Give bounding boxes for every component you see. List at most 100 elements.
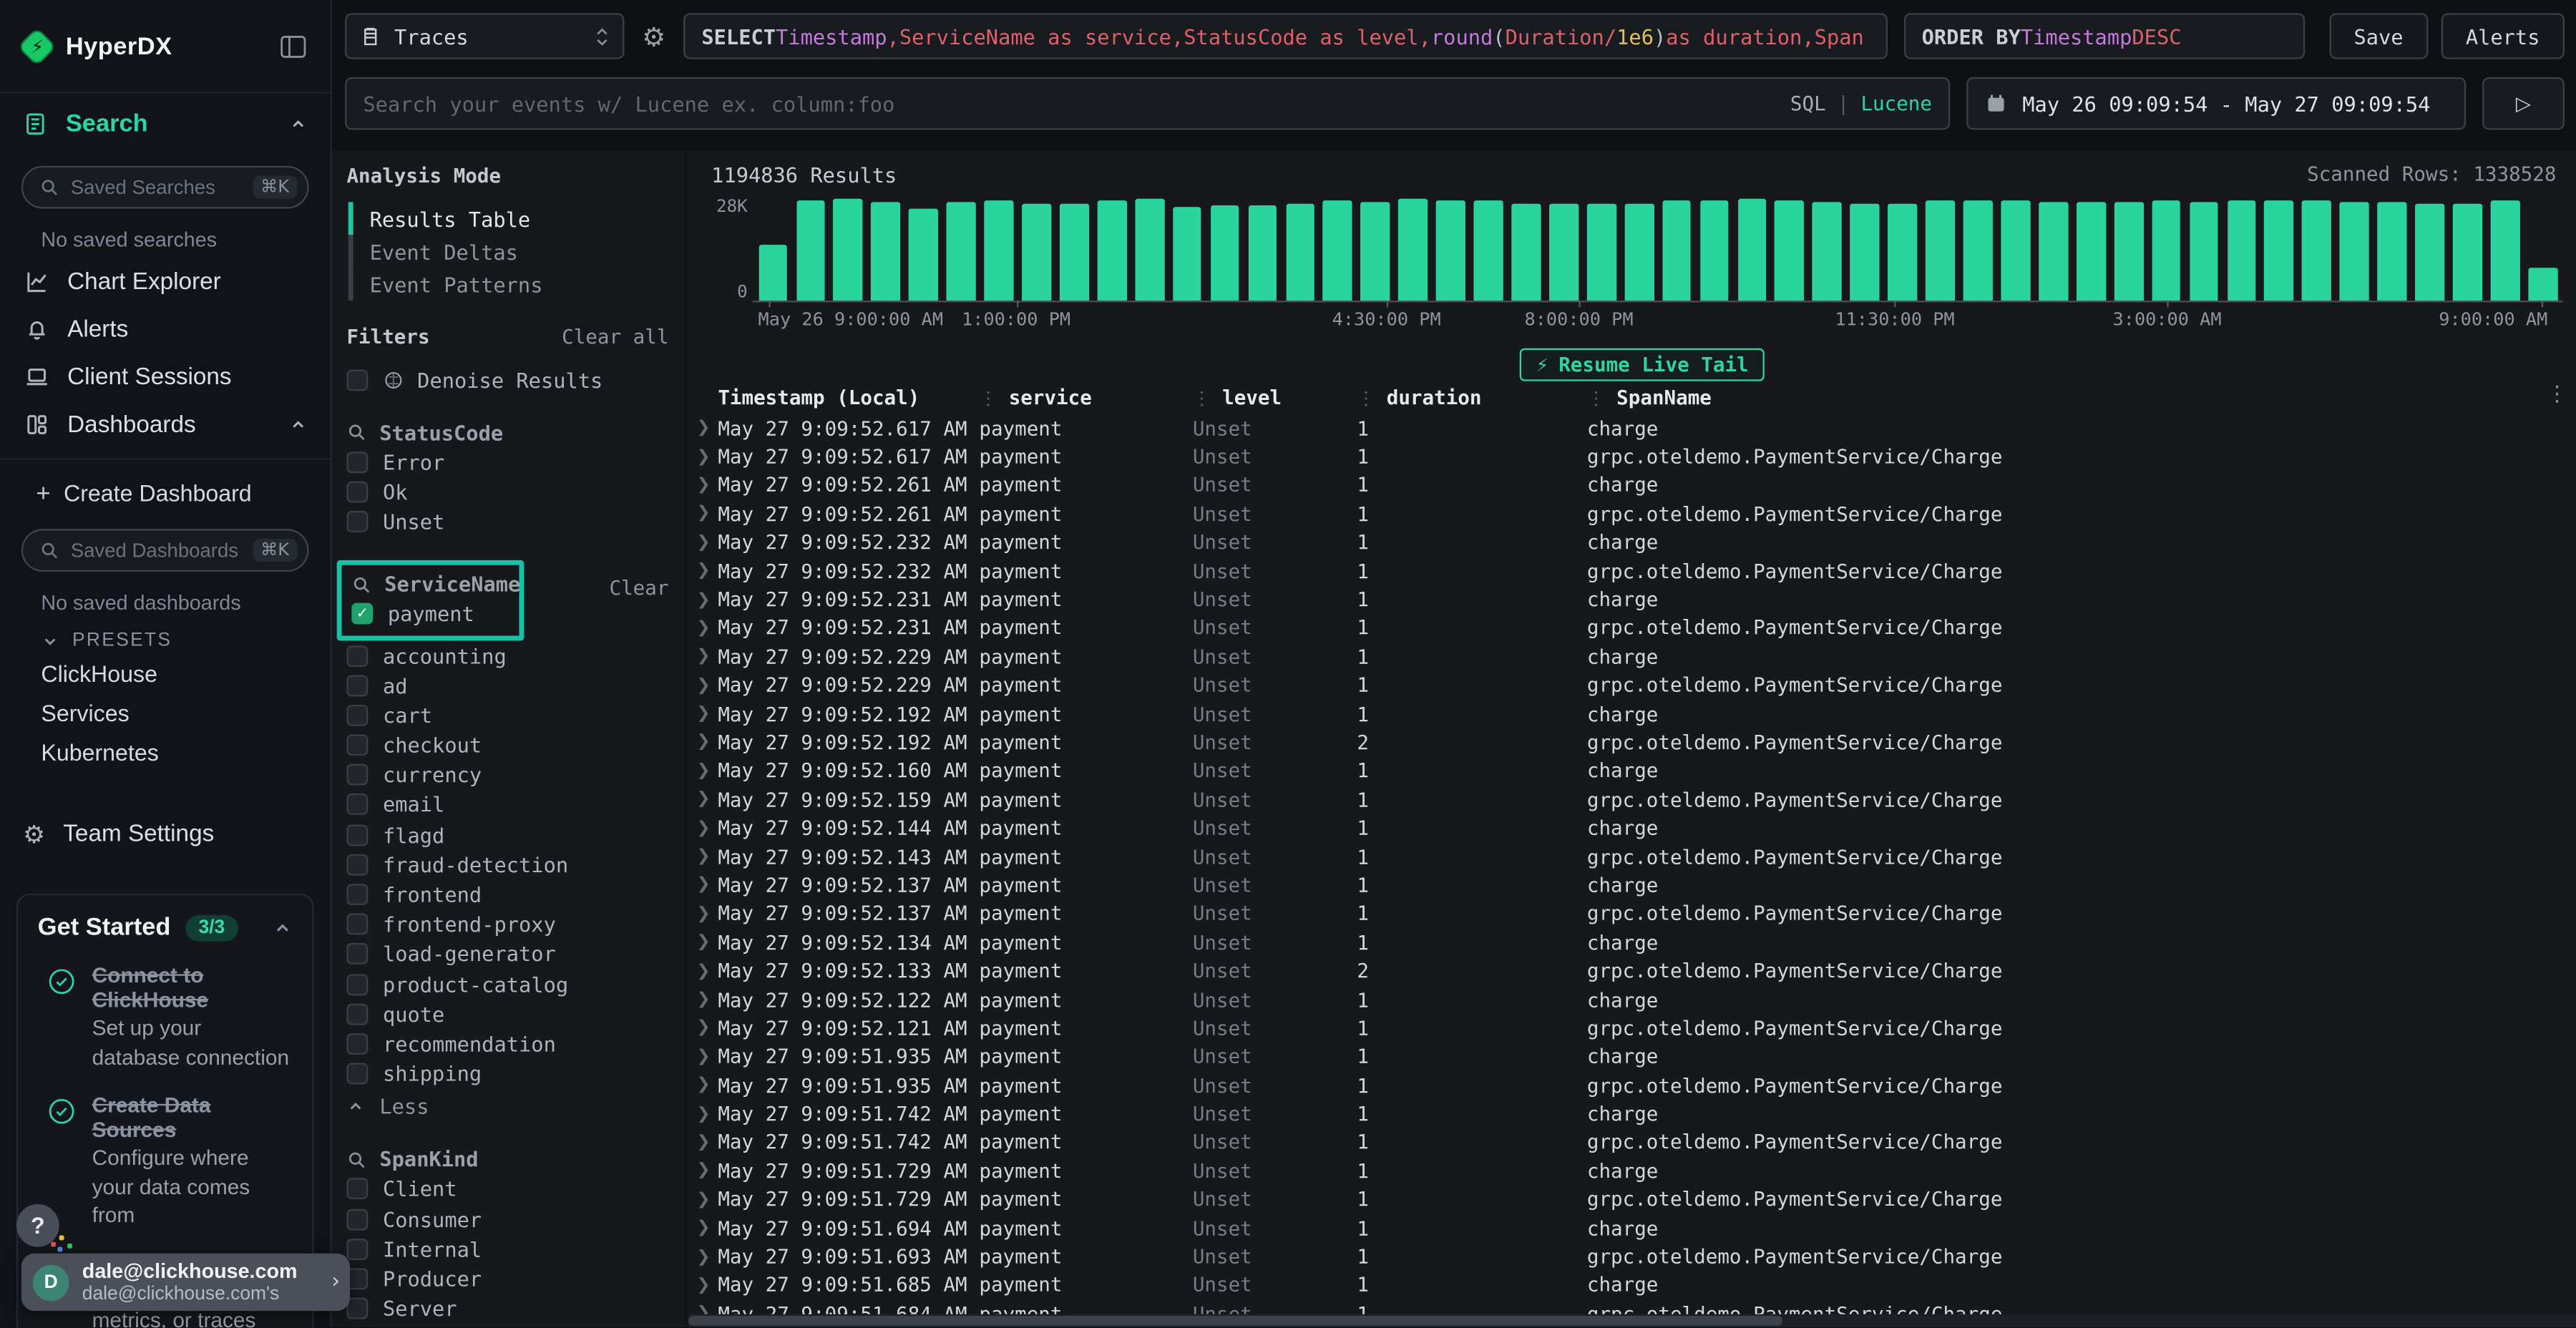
checkbox[interactable] bbox=[346, 944, 368, 965]
histogram-bar[interactable] bbox=[2340, 202, 2369, 301]
expand-row-icon[interactable]: ❯ bbox=[696, 448, 718, 466]
sidebar-item-kubernetes[interactable]: Kubernetes bbox=[0, 733, 330, 772]
histogram-bar[interactable] bbox=[1813, 202, 1842, 301]
filter-option-servicename-ad[interactable]: ad bbox=[346, 670, 668, 700]
filter-option-servicename-fraud-detection[interactable]: fraud-detection bbox=[346, 850, 668, 880]
column-drag-handle[interactable]: ⋮ bbox=[979, 387, 997, 409]
table-row[interactable]: ❯May 27 9:09:52.121 AMpaymentUnset1grpc.… bbox=[688, 1014, 2576, 1043]
filter-option-statuscode-error[interactable]: Error bbox=[346, 447, 668, 477]
histogram-bar[interactable] bbox=[796, 200, 825, 301]
histogram-bar[interactable] bbox=[947, 202, 976, 301]
histogram-bar[interactable] bbox=[1662, 201, 1692, 301]
filter-option-servicename-checkout[interactable]: checkout bbox=[346, 731, 668, 761]
histogram-bar[interactable] bbox=[1699, 200, 1729, 301]
table-row[interactable]: ❯May 27 9:09:52.134 AMpaymentUnset1charg… bbox=[688, 928, 2576, 957]
table-row[interactable]: ❯May 27 9:09:52.231 AMpaymentUnset1charg… bbox=[688, 585, 2576, 614]
table-row[interactable]: ❯May 27 9:09:52.160 AMpaymentUnset1charg… bbox=[688, 757, 2576, 786]
order-by-editor[interactable]: ORDER BY Timestamp DESC bbox=[1903, 13, 2304, 59]
search-input[interactable]: Search your events w/ Lucene ex. column:… bbox=[345, 77, 1950, 130]
histogram-bar[interactable] bbox=[1511, 204, 1541, 301]
checkbox-checked[interactable]: ✓ bbox=[351, 603, 373, 625]
filter-option-servicename-shipping[interactable]: shipping bbox=[346, 1059, 668, 1089]
checkbox[interactable] bbox=[346, 675, 368, 696]
gear-icon[interactable]: ⚙ bbox=[638, 21, 670, 52]
table-row[interactable]: ❯May 27 9:09:52.232 AMpaymentUnset1charg… bbox=[688, 528, 2576, 557]
filter-option-servicename-cart[interactable]: cart bbox=[346, 700, 668, 731]
table-row[interactable]: ❯May 27 9:09:51.729 AMpaymentUnset1charg… bbox=[688, 1157, 2576, 1186]
checkbox[interactable] bbox=[346, 974, 368, 995]
table-row[interactable]: ❯May 27 9:09:52.261 AMpaymentUnset1charg… bbox=[688, 471, 2576, 499]
table-row[interactable]: ❯May 27 9:09:51.729 AMpaymentUnset1grpc.… bbox=[688, 1186, 2576, 1214]
checkbox[interactable] bbox=[346, 1003, 368, 1025]
column-header-level[interactable]: ⋮level bbox=[1193, 385, 1357, 408]
table-row[interactable]: ❯May 27 9:09:52.617 AMpaymentUnset1charg… bbox=[688, 414, 2576, 443]
expand-row-icon[interactable]: ❯ bbox=[696, 848, 718, 866]
table-row[interactable]: ❯May 27 9:09:52.261 AMpaymentUnset1grpc.… bbox=[688, 499, 2576, 528]
checkbox[interactable] bbox=[346, 511, 368, 532]
analysis-mode-event-patterns[interactable]: Event Patterns bbox=[346, 268, 685, 301]
filter-option-servicename-frontend-proxy[interactable]: frontend-proxy bbox=[346, 909, 668, 939]
sidebar-item-chart-explorer[interactable]: Chart Explorer bbox=[0, 258, 330, 306]
saved-dashboards-input[interactable]: Saved Dashboards ⌘K bbox=[21, 529, 309, 572]
column-header-service[interactable]: ⋮service bbox=[979, 385, 1192, 408]
help-button[interactable]: ? bbox=[16, 1204, 59, 1247]
expand-row-icon[interactable]: ❯ bbox=[696, 590, 718, 608]
table-row[interactable]: ❯May 27 9:09:52.159 AMpaymentUnset1grpc.… bbox=[688, 786, 2576, 814]
histogram-bar[interactable] bbox=[1173, 206, 1202, 301]
filter-option-spankind-internal[interactable]: Internal bbox=[346, 1234, 668, 1264]
table-row[interactable]: ❯May 27 9:09:52.144 AMpaymentUnset1charg… bbox=[688, 814, 2576, 843]
histogram-bar[interactable] bbox=[2077, 202, 2106, 301]
save-button[interactable]: Save bbox=[2329, 13, 2428, 59]
histogram-bar[interactable] bbox=[2528, 268, 2557, 301]
column-header-duration[interactable]: ⋮duration bbox=[1357, 385, 1586, 408]
analysis-mode-results-table[interactable]: Results Table bbox=[346, 202, 685, 235]
expand-row-icon[interactable]: ❯ bbox=[696, 1076, 718, 1094]
expand-row-icon[interactable]: ❯ bbox=[696, 1219, 718, 1237]
checkbox[interactable] bbox=[346, 1238, 368, 1259]
filter-option-servicename-email[interactable]: email bbox=[346, 790, 668, 820]
results-histogram[interactable]: 28K 0 bbox=[705, 197, 2563, 303]
user-menu[interactable]: D dale@clickhouse.com dale@clickhouse.co… bbox=[21, 1254, 350, 1311]
filter-option-servicename-payment[interactable]: ✓payment bbox=[351, 599, 512, 629]
checkbox[interactable] bbox=[346, 794, 368, 816]
filter-option-spankind-consumer[interactable]: Consumer bbox=[346, 1204, 668, 1234]
histogram-bar[interactable] bbox=[1210, 205, 1239, 301]
expand-row-icon[interactable]: ❯ bbox=[696, 534, 718, 552]
histogram-bar[interactable] bbox=[1022, 203, 1051, 301]
histogram-bar[interactable] bbox=[1888, 203, 1918, 301]
histogram-bar[interactable] bbox=[1248, 205, 1277, 301]
get-started-item[interactable]: Create Data SourcesConfigure where your … bbox=[38, 1093, 293, 1230]
filter-option-servicename-frontend[interactable]: frontend bbox=[346, 879, 668, 909]
histogram-bar[interactable] bbox=[1286, 205, 1315, 301]
show-less-toggle[interactable]: Less bbox=[346, 1092, 668, 1121]
histogram-bar[interactable] bbox=[1850, 203, 1880, 301]
expand-row-icon[interactable]: ❯ bbox=[696, 934, 718, 952]
collapse-sidebar-icon[interactable] bbox=[279, 34, 307, 58]
histogram-bar[interactable] bbox=[2114, 202, 2143, 301]
saved-searches-input[interactable]: Saved Searches ⌘K bbox=[21, 166, 309, 209]
expand-row-icon[interactable]: ❯ bbox=[696, 477, 718, 494]
table-row[interactable]: ❯May 27 9:09:51.742 AMpaymentUnset1charg… bbox=[688, 1100, 2576, 1128]
sidebar-item-team-settings[interactable]: ⚙ Team Settings bbox=[0, 809, 330, 861]
histogram-bar[interactable] bbox=[1135, 200, 1164, 301]
create-dashboard-button[interactable]: + Create Dashboard bbox=[0, 470, 330, 516]
expand-row-icon[interactable]: ❯ bbox=[696, 505, 718, 523]
expand-row-icon[interactable]: ❯ bbox=[696, 1133, 718, 1151]
table-row[interactable]: ❯May 27 9:09:52.122 AMpaymentUnset1charg… bbox=[688, 985, 2576, 1014]
search-icon[interactable] bbox=[346, 422, 366, 442]
expand-row-icon[interactable]: ❯ bbox=[696, 1105, 718, 1123]
histogram-bar[interactable] bbox=[1361, 202, 1390, 301]
column-drag-handle[interactable]: ⋮ bbox=[1193, 387, 1211, 409]
filter-option-spankind-producer[interactable]: Producer bbox=[346, 1264, 668, 1294]
filter-option-statuscode-ok[interactable]: Ok bbox=[346, 477, 668, 507]
checkbox[interactable] bbox=[346, 482, 368, 503]
histogram-bar[interactable] bbox=[1624, 204, 1654, 301]
histogram-bar[interactable] bbox=[2152, 200, 2181, 301]
histogram-bar[interactable] bbox=[1775, 201, 1805, 301]
expand-row-icon[interactable]: ❯ bbox=[696, 791, 718, 809]
histogram-bar[interactable] bbox=[872, 202, 901, 301]
expand-row-icon[interactable]: ❯ bbox=[696, 705, 718, 723]
expand-row-icon[interactable]: ❯ bbox=[696, 419, 718, 437]
table-row[interactable]: ❯May 27 9:09:52.232 AMpaymentUnset1grpc.… bbox=[688, 557, 2576, 585]
column-header-timestamp[interactable]: Timestamp (Local) bbox=[718, 385, 979, 408]
